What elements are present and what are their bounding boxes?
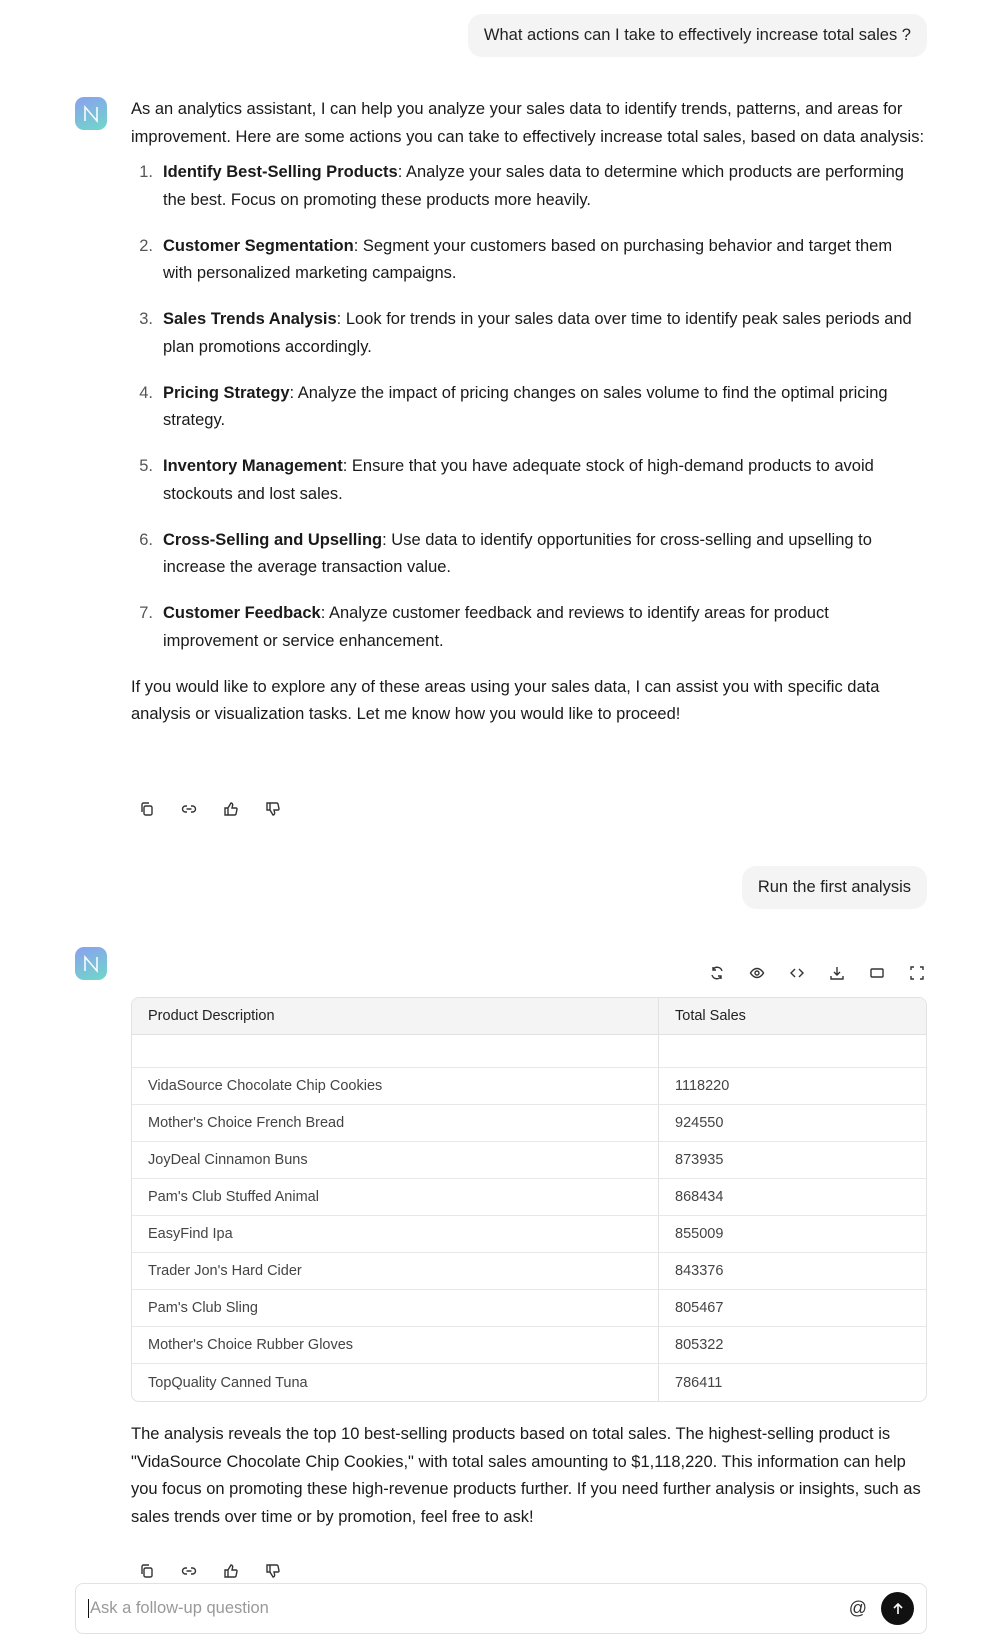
column-header: Product Description <box>132 998 659 1035</box>
total-sales-cell <box>659 1035 926 1068</box>
table-row: Mother's Choice Rubber Gloves 805322 <box>132 1327 926 1364</box>
list-item: 1. Identify Best-Selling Products: Analyz… <box>131 159 926 214</box>
eye-icon[interactable] <box>747 963 767 983</box>
item-title: Customer Segmentation <box>163 236 354 255</box>
list-item: 6. Cross-Selling and Upselling: Use data … <box>131 527 926 582</box>
item-number: 6. <box>139 530 153 549</box>
list-item: 4. Pricing Strategy: Analyze the impact o… <box>131 380 926 435</box>
follow-up-input[interactable] <box>88 1599 849 1618</box>
list-item: 3. Sales Trends Analysis: Look for trends… <box>131 306 926 361</box>
total-sales-cell: 786411 <box>675 1374 723 1391</box>
table-row: VidaSource Chocolate Chip Cookies 1118220 <box>132 1068 926 1105</box>
action-list: 1. Identify Best-Selling Products: Analyz… <box>131 159 926 655</box>
total-sales-cell: 855009 <box>659 1216 926 1253</box>
list-item: 7. Customer Feedback: Analyze customer fe… <box>131 600 926 655</box>
list-item: 5. Inventory Management: Ensure that you … <box>131 453 926 508</box>
total-sales-cell: 1118220 <box>659 1068 926 1105</box>
fullscreen-icon[interactable] <box>907 963 927 983</box>
product-cell: Mother's Choice French Bread <box>132 1105 659 1142</box>
total-sales-cell: 924550 <box>659 1105 926 1142</box>
item-title: Pricing Strategy <box>163 383 290 402</box>
product-cell: Mother's Choice Rubber Gloves <box>132 1327 659 1364</box>
item-number: 2. <box>139 236 153 255</box>
item-number: 3. <box>139 310 153 328</box>
product-cell: Pam's Club Sling <box>132 1290 659 1327</box>
follow-up-box: @ <box>75 1583 927 1634</box>
intro-text: As an analytics assistant, I can help yo… <box>131 100 925 146</box>
copy-icon[interactable] <box>137 1561 157 1581</box>
window-icon[interactable] <box>867 963 887 983</box>
link-icon[interactable] <box>179 799 199 819</box>
item-number: 1. <box>139 163 153 181</box>
table-header-row: Product Description Total Sales <box>132 998 926 1035</box>
arrow-up-icon <box>892 1602 903 1614</box>
table-toolbar <box>707 963 927 983</box>
product-cell: TopQuality Canned Tuna <box>132 1364 659 1401</box>
user-message: Run the first analysis <box>741 866 927 909</box>
thumbs-up-icon[interactable] <box>221 1561 241 1581</box>
product-cell: EasyFind Ipa <box>132 1216 659 1253</box>
total-sales-cell: 805322 <box>659 1327 926 1364</box>
assistant-avatar <box>75 947 107 980</box>
product-cell: JoyDeal Cinnamon Buns <box>132 1142 659 1179</box>
table-row: Mother's Choice French Bread 924550 <box>132 1105 926 1142</box>
column-header: Total Sales <box>659 998 926 1035</box>
assistant-message: As an analytics assistant, I can help yo… <box>131 96 926 729</box>
sales-table: Product Description Total Sales VidaSour… <box>131 997 927 1402</box>
logo-icon <box>84 104 98 123</box>
thumbs-down-icon[interactable] <box>263 1561 283 1581</box>
product-cell: Pam's Club Stuffed Animal <box>132 1179 659 1216</box>
download-icon[interactable] <box>827 963 847 983</box>
table-row: EasyFind Ipa 855009 <box>132 1216 926 1253</box>
item-number: 5. <box>139 457 153 475</box>
table-row: TopQuality Canned Tuna 786411 <box>132 1364 926 1401</box>
message-actions <box>137 799 283 819</box>
total-sales-cell: 805467 <box>659 1290 926 1327</box>
outro-text: If you would like to explore any of thes… <box>131 677 880 724</box>
table-row <box>132 1035 926 1068</box>
item-number: 4. <box>139 383 153 402</box>
user-message: What actions can I take to effectively i… <box>467 14 927 57</box>
message-actions <box>137 1561 283 1581</box>
send-button[interactable] <box>881 1592 914 1625</box>
table-row: Pam's Club Sling 805467 <box>132 1290 926 1327</box>
refresh-icon[interactable] <box>707 963 727 983</box>
summary-text: The analysis reveals the top 10 best-sel… <box>131 1425 921 1526</box>
copy-icon[interactable] <box>137 799 157 819</box>
list-item: 2. Customer Segmentation: Segment your cu… <box>131 233 926 288</box>
item-title: Cross-Selling and Upselling <box>163 530 383 549</box>
assistant-avatar <box>75 97 107 130</box>
table-row: Trader Jon's Hard Cider 843376 <box>132 1253 926 1290</box>
item-title: Identify Best-Selling Products <box>163 163 398 181</box>
table-row: JoyDeal Cinnamon Buns 873935 <box>132 1142 926 1179</box>
item-title: Customer Feedback <box>163 604 321 622</box>
total-sales-cell: 843376 <box>659 1253 926 1290</box>
table-row: Pam's Club Stuffed Animal 868434 <box>132 1179 926 1216</box>
thumbs-down-icon[interactable] <box>263 799 283 819</box>
item-title: Sales Trends Analysis <box>163 310 337 328</box>
item-title: Inventory Management <box>163 457 343 475</box>
product-cell: Trader Jon's Hard Cider <box>132 1253 659 1290</box>
link-icon[interactable] <box>179 1561 199 1581</box>
product-cell <box>132 1035 659 1068</box>
thumbs-up-icon[interactable] <box>221 799 241 819</box>
total-sales-cell: 868434 <box>659 1179 926 1216</box>
item-number: 7. <box>139 604 153 622</box>
product-cell: VidaSource Chocolate Chip Cookies <box>132 1068 659 1105</box>
logo-icon <box>84 954 98 973</box>
code-icon[interactable] <box>787 963 807 983</box>
mention-button[interactable]: @ <box>849 1598 867 1619</box>
total-sales-cell: 873935 <box>659 1142 926 1179</box>
